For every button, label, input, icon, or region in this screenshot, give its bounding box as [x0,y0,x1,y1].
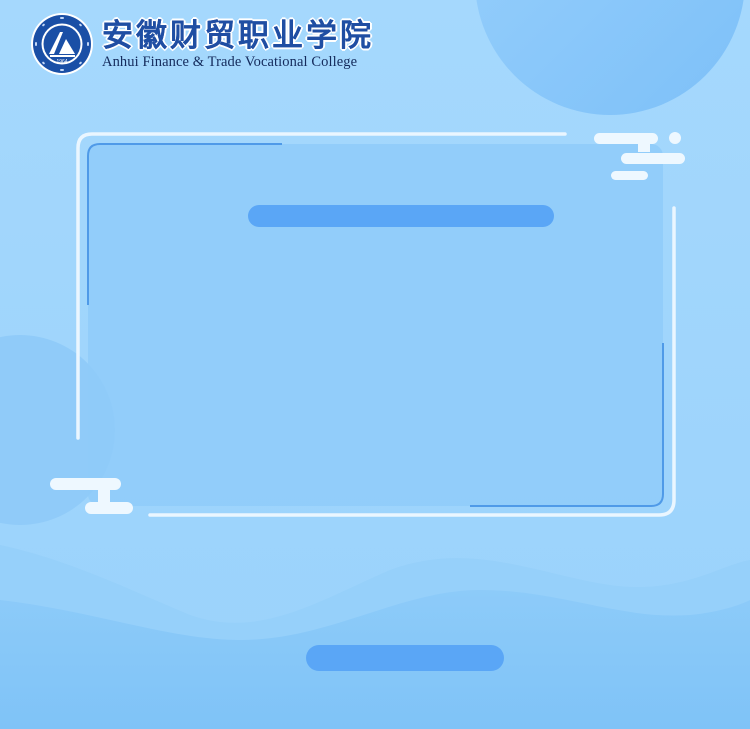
poster-page: 1964 安徽财贸职业学院 Anhui Finance & Trade Voca… [0,0,750,729]
college-name-en: Anhui Finance & Trade Vocational College [102,53,358,70]
college-name-cn: 安徽财贸职业学院 [102,17,374,54]
college-seal-icon: 1964 [31,13,93,75]
brand-text: 安徽财贸职业学院 Anhui Finance & Trade Vocationa… [102,18,374,71]
bottom-button-placeholder[interactable] [306,645,504,671]
college-header: 1964 安徽财贸职业学院 Anhui Finance & Trade Voca… [30,12,374,76]
title-placeholder-bar [248,205,554,227]
seal-year: 1964 [56,59,67,65]
content-frame [50,132,685,517]
content-panel [88,144,663,506]
